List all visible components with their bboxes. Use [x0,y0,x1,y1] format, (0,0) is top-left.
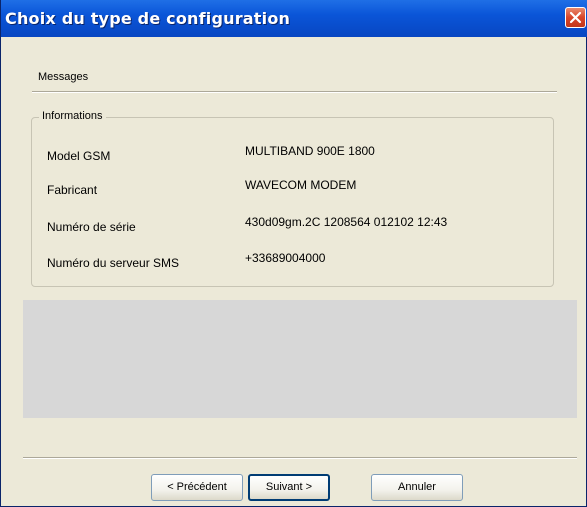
model-gsm-label: Model GSM [47,149,111,163]
sms-server-label: Numéro du serveur SMS [47,256,180,270]
dialog-window: Choix du type de configuration Messages … [0,0,587,507]
title-bar[interactable]: Choix du type de configuration [1,0,587,37]
previous-button[interactable]: < Précédent [151,474,243,501]
informations-group-title: Informations [39,110,106,122]
close-icon [569,11,582,24]
messages-separator [32,91,557,93]
model-gsm-value: MULTIBAND 900E 1800 [245,144,375,158]
window-title: Choix du type de configuration [5,9,291,28]
serial-number-value: 430d09gm.2C 1208564 012102 12:43 [245,215,448,229]
fabricant-value: WAVECOM MODEM [245,178,357,192]
serial-number-label: Numéro de série [47,220,136,234]
messages-label: Messages [38,71,89,83]
button-separator [23,457,577,459]
fabricant-label: Fabricant [47,183,98,197]
blank-panel [23,300,577,418]
cancel-button[interactable]: Annuler [371,474,463,501]
sms-server-value: +33689004000 [245,251,326,265]
close-button[interactable] [565,7,586,28]
next-button[interactable]: Suivant > [248,474,330,501]
